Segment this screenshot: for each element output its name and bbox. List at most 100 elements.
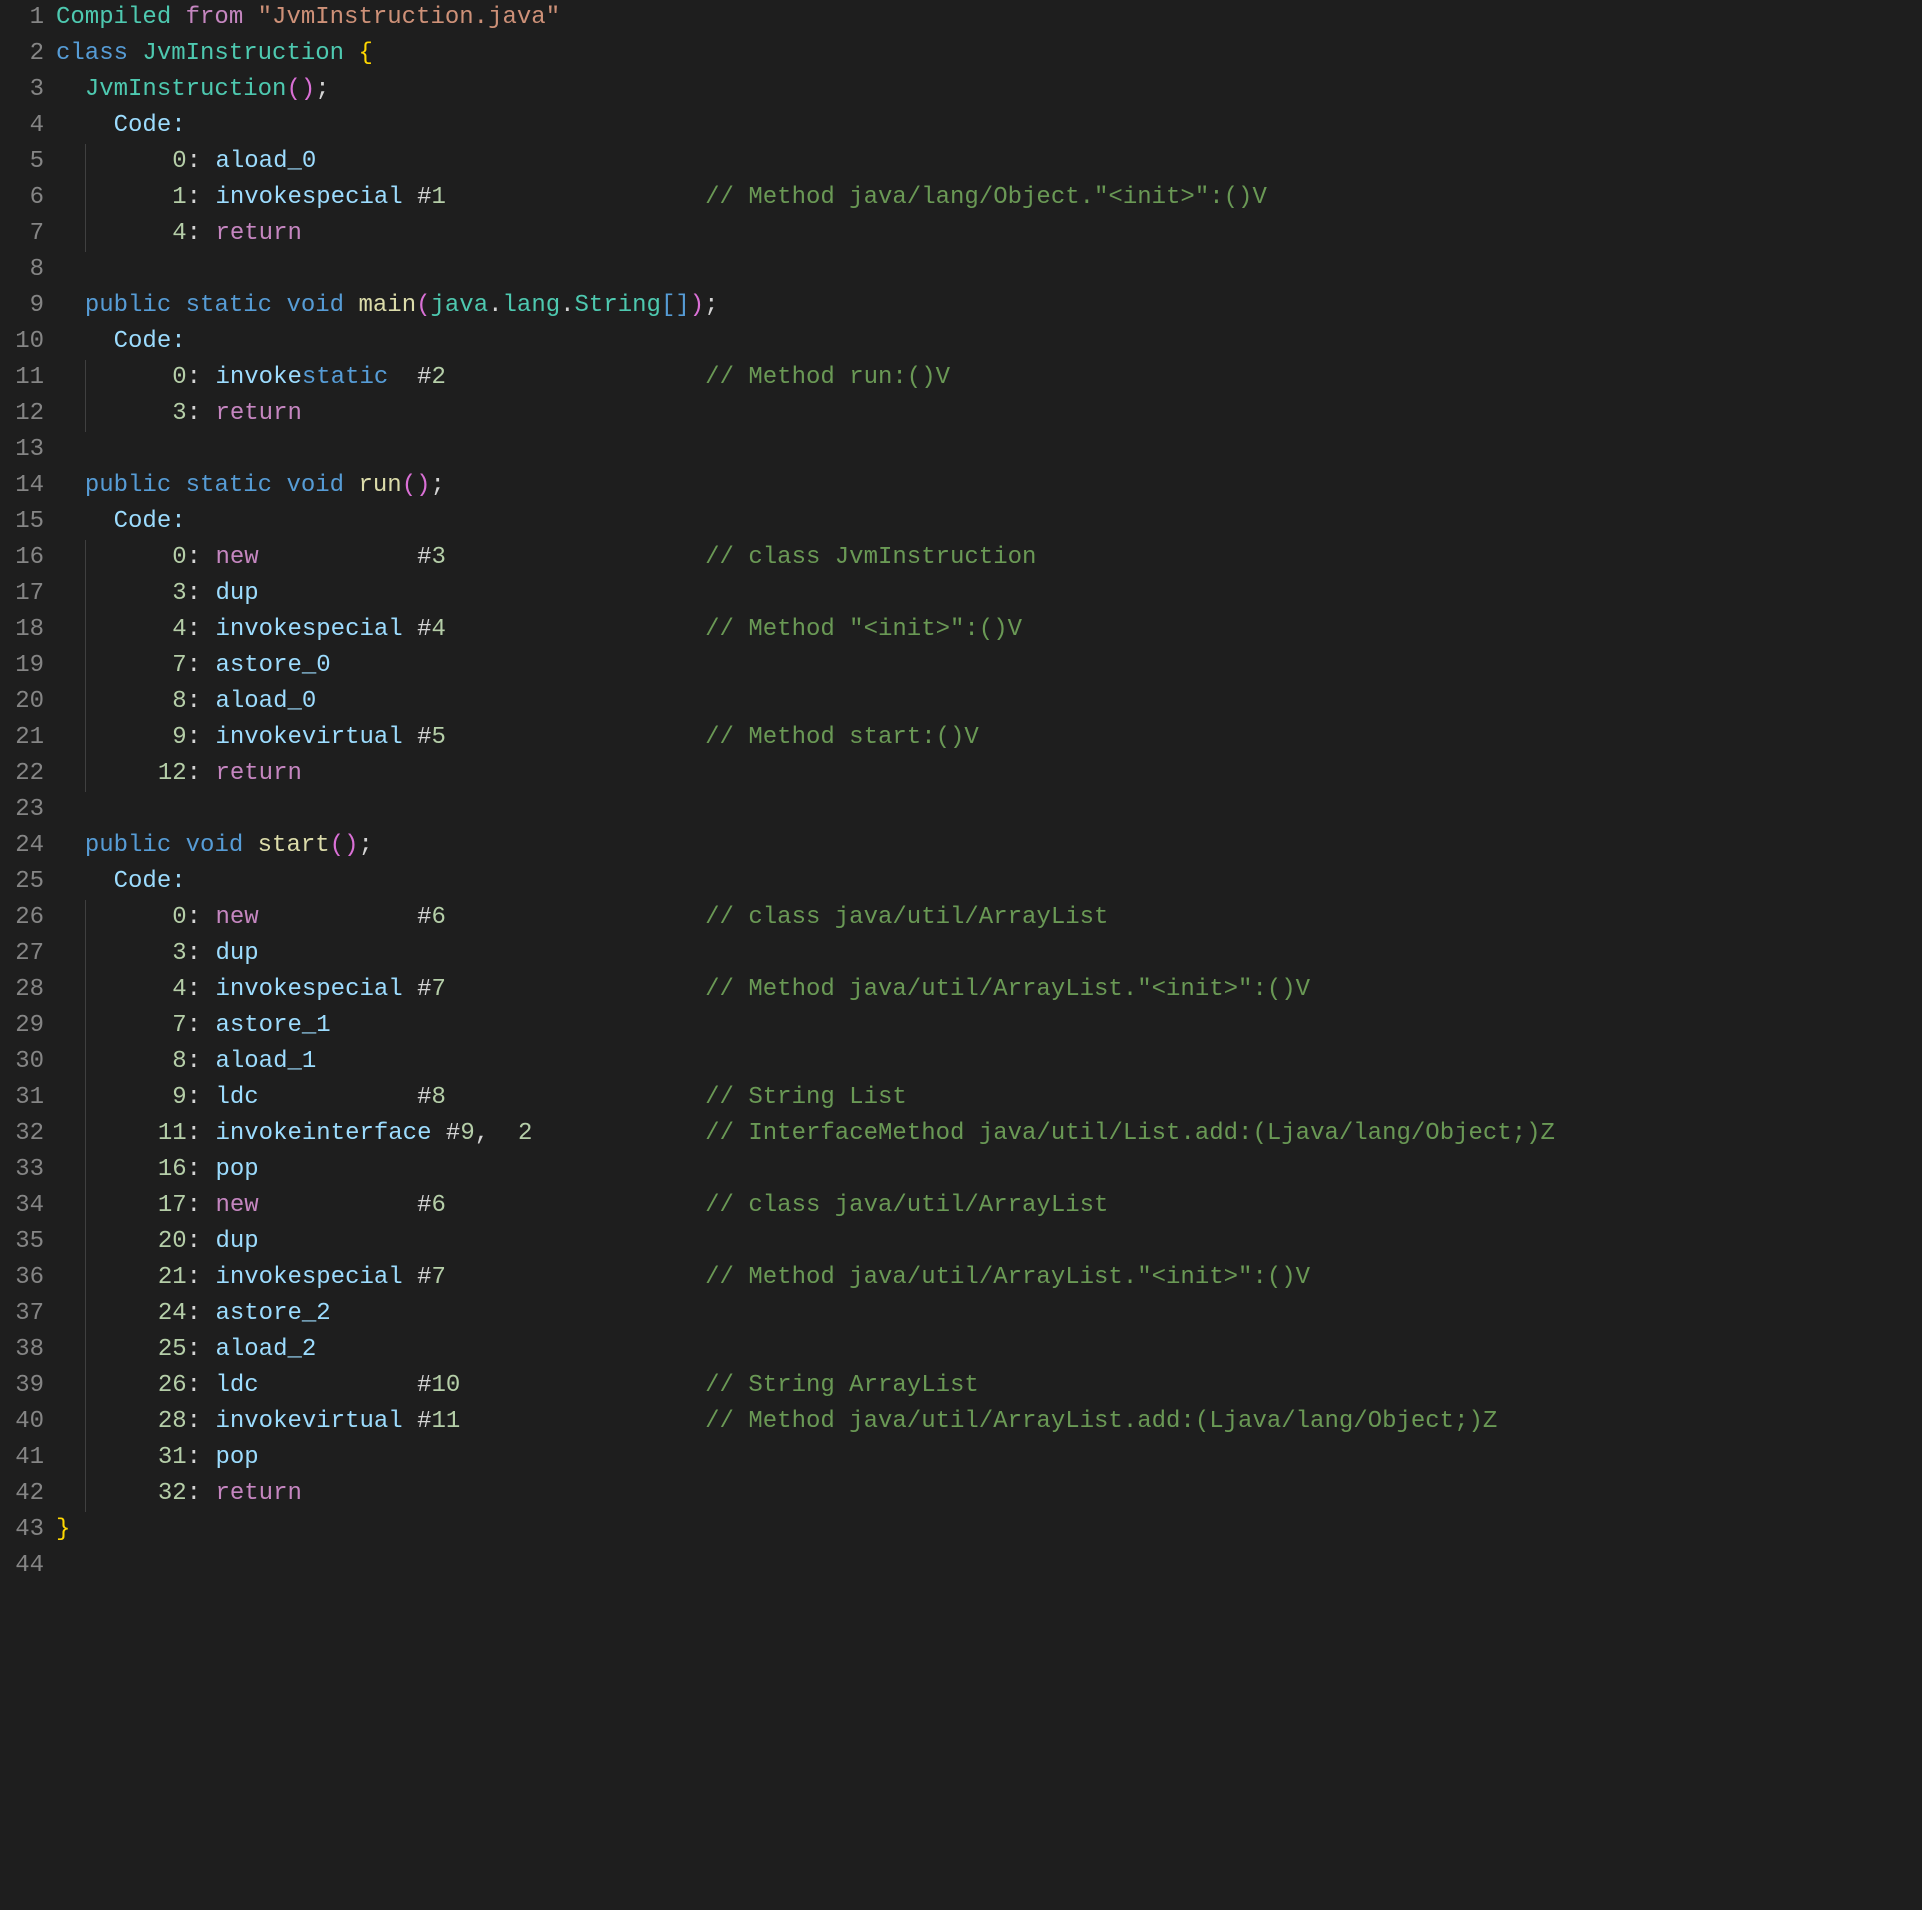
indent-guide — [85, 540, 100, 576]
code-token: invokevirtual — [215, 1408, 402, 1435]
code-line[interactable]: } — [56, 1512, 1922, 1548]
code-token: ; — [704, 292, 718, 319]
code-token — [446, 904, 705, 931]
code-line[interactable]: public static void main(java.lang.String… — [56, 288, 1922, 324]
code-token: 7 — [158, 652, 187, 679]
code-token: // class java/util/ArrayList — [705, 904, 1108, 931]
code-line[interactable]: 4: invokespecial #7 // Method java/util/… — [56, 972, 1922, 1008]
indent-guide — [85, 972, 100, 1008]
code-token: class — [56, 40, 128, 67]
indent-guide — [85, 1224, 100, 1260]
code-line[interactable]: JvmInstruction(); — [56, 72, 1922, 108]
code-editor[interactable]: 1234567891011121314151617181920212223242… — [0, 0, 1922, 1584]
code-token: // String List — [705, 1084, 907, 1111]
code-token: : — [187, 1408, 216, 1435]
code-token: 26 — [158, 1372, 187, 1399]
code-line[interactable] — [56, 252, 1922, 288]
line-number: 29 — [8, 1008, 44, 1044]
code-line[interactable] — [56, 792, 1922, 828]
indent-guide — [85, 1080, 100, 1116]
line-number: 27 — [8, 936, 44, 972]
code-token — [100, 1480, 158, 1507]
indent-guide — [85, 396, 100, 432]
code-line[interactable]: 17: new #6 // class java/util/ArrayList — [56, 1188, 1922, 1224]
code-line[interactable]: 3: dup — [56, 576, 1922, 612]
code-line[interactable]: 32: return — [56, 1476, 1922, 1512]
code-line[interactable] — [56, 432, 1922, 468]
code-token: // Method java/lang/Object."<init>":()V — [705, 184, 1267, 211]
line-number: 30 — [8, 1044, 44, 1080]
code-token: 7 — [432, 1264, 446, 1291]
code-token: ) — [690, 292, 704, 319]
code-token: : — [187, 1336, 216, 1363]
code-token: 9 — [460, 1120, 474, 1147]
code-line[interactable]: 25: aload_2 — [56, 1332, 1922, 1368]
code-line[interactable]: 4: invokespecial #4 // Method "<init>":(… — [56, 612, 1922, 648]
code-line[interactable]: 8: aload_1 — [56, 1044, 1922, 1080]
code-line[interactable]: 26: ldc #10 // String ArrayList — [56, 1368, 1922, 1404]
code-token: // class java/util/ArrayList — [705, 1192, 1108, 1219]
code-line[interactable]: 16: pop — [56, 1152, 1922, 1188]
code-line[interactable]: 31: pop — [56, 1440, 1922, 1476]
code-token: start — [258, 832, 330, 859]
code-line[interactable]: 1: invokespecial #1 // Method java/lang/… — [56, 180, 1922, 216]
code-token: # — [259, 904, 432, 931]
code-token: invokespecial — [215, 976, 402, 1003]
line-number-gutter: 1234567891011121314151617181920212223242… — [0, 0, 56, 1584]
code-area[interactable]: Compiled from "JvmInstruction.java"class… — [56, 0, 1922, 1584]
code-token: void — [186, 832, 244, 859]
code-token: 0 — [158, 148, 187, 175]
code-line[interactable]: 7: astore_0 — [56, 648, 1922, 684]
code-line[interactable]: Compiled from "JvmInstruction.java" — [56, 0, 1922, 36]
code-token — [85, 328, 114, 355]
code-token: new — [215, 904, 258, 931]
code-token: // Method java/util/ArrayList."<init>":(… — [705, 976, 1310, 1003]
code-line[interactable]: 3: return — [56, 396, 1922, 432]
code-line[interactable]: 24: astore_2 — [56, 1296, 1922, 1332]
code-line[interactable]: 0: aload_0 — [56, 144, 1922, 180]
code-token: aload_0 — [215, 688, 316, 715]
code-token: dup — [215, 1228, 258, 1255]
code-line[interactable]: 20: dup — [56, 1224, 1922, 1260]
indent-guide — [85, 612, 100, 648]
code-line[interactable]: public void start(); — [56, 828, 1922, 864]
line-number: 6 — [8, 180, 44, 216]
code-line[interactable]: 28: invokevirtual #11 // Method java/uti… — [56, 1404, 1922, 1440]
code-line[interactable]: 11: invokeinterface #9, 2 // InterfaceMe… — [56, 1116, 1922, 1152]
code-token — [85, 508, 114, 535]
code-line[interactable] — [56, 1548, 1922, 1584]
code-line[interactable]: 9: ldc #8 // String List — [56, 1080, 1922, 1116]
code-line[interactable]: Code: — [56, 864, 1922, 900]
code-token: # — [259, 544, 432, 571]
code-token: 6 — [432, 1192, 446, 1219]
code-line[interactable]: 12: return — [56, 756, 1922, 792]
code-line[interactable]: Code: — [56, 108, 1922, 144]
code-line[interactable]: Code: — [56, 324, 1922, 360]
code-line[interactable]: public static void run(); — [56, 468, 1922, 504]
code-token: static — [302, 364, 388, 391]
code-line[interactable]: 8: aload_0 — [56, 684, 1922, 720]
code-token — [100, 220, 158, 247]
code-token: 3 — [432, 544, 446, 571]
code-line[interactable]: 9: invokevirtual #5 // Method start:()V — [56, 720, 1922, 756]
code-token: 3 — [158, 580, 187, 607]
code-token: JvmInstruction — [142, 40, 344, 67]
code-line[interactable]: 21: invokespecial #7 // Method java/util… — [56, 1260, 1922, 1296]
line-number: 8 — [8, 252, 44, 288]
code-token: lang — [503, 292, 561, 319]
indent-guide — [85, 684, 100, 720]
code-token: 9 — [158, 1084, 187, 1111]
code-line[interactable]: 3: dup — [56, 936, 1922, 972]
code-line[interactable]: class JvmInstruction { — [56, 36, 1922, 72]
line-number: 42 — [8, 1476, 44, 1512]
code-line[interactable]: 4: return — [56, 216, 1922, 252]
code-token — [532, 1120, 705, 1147]
code-token — [100, 364, 158, 391]
code-line[interactable]: 0: new #3 // class JvmInstruction — [56, 540, 1922, 576]
code-token: // Method run:()V — [705, 364, 950, 391]
code-line[interactable]: Code: — [56, 504, 1922, 540]
code-line[interactable]: 0: new #6 // class java/util/ArrayList — [56, 900, 1922, 936]
code-line[interactable]: 7: astore_1 — [56, 1008, 1922, 1044]
code-line[interactable]: 0: invokestatic #2 // Method run:()V — [56, 360, 1922, 396]
line-number: 2 — [8, 36, 44, 72]
